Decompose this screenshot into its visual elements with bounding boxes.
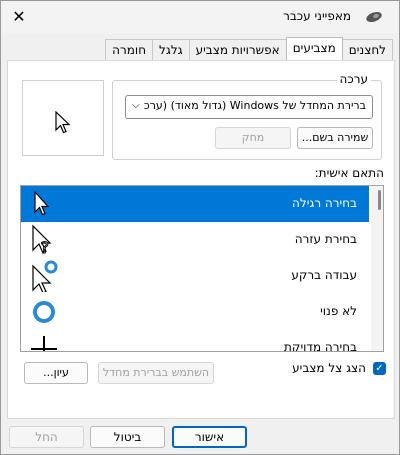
title-bar: מאפייני עכבר ✕: [1, 1, 399, 33]
help-cursor-icon: ?: [32, 224, 52, 256]
list-item-label: בחירת עזרה: [294, 232, 357, 246]
shadow-checkbox-row[interactable]: ✓ הצג צל מצביע: [266, 361, 386, 377]
arrow-cursor-icon: [55, 111, 71, 134]
arrow-cursor-icon: [34, 190, 50, 216]
shadow-checkbox-label: הצג צל מצביע: [292, 361, 366, 375]
tab-pointers[interactable]: מצביעים: [285, 37, 343, 60]
tab-buttons[interactable]: לחצנים: [341, 39, 393, 60]
list-item-label: לא פנוי: [320, 304, 357, 318]
tab-hardware[interactable]: חומרה: [105, 39, 154, 60]
customize-label: התאם אישית:: [314, 166, 384, 180]
ok-button[interactable]: אישור: [172, 426, 247, 448]
list-item-normal-select[interactable]: בחירה רגילה: [21, 186, 369, 222]
scheme-select-value: ברירת המחדל של Windows (גדול מאוד) (ערכ: [143, 99, 366, 112]
tab-wheel[interactable]: גלגל: [152, 39, 190, 60]
busy-cursor-icon: [33, 301, 55, 323]
list-item-label: בחירה רגילה: [292, 196, 357, 210]
cursor-list[interactable]: בחירה רגילה בחירת עזרה ? עבודה ברקע לא פ…: [20, 185, 384, 352]
cursor-preview: [22, 80, 104, 156]
crosshair-cursor-icon: [31, 336, 57, 351]
use-default-button[interactable]: השתמש בברירת מחדל: [98, 362, 214, 384]
list-item-working-background[interactable]: עבודה ברקע: [21, 258, 369, 294]
mouse-icon: [366, 11, 382, 23]
list-item-label: עבודה ברקע: [291, 268, 357, 282]
chevron-down-icon: ⌵: [132, 100, 140, 111]
cancel-button[interactable]: ביטול: [90, 426, 165, 448]
delete-button[interactable]: מחק: [215, 127, 291, 149]
tab-pointer-options[interactable]: אפשרויות מצביע: [188, 39, 287, 60]
list-item-help-select[interactable]: בחירת עזרה ?: [21, 222, 369, 258]
scheme-label: ערכה: [336, 72, 371, 86]
pointers-panel: ערכה ברירת המחדל של Windows (גדול מאוד) …: [7, 60, 395, 419]
apply-button[interactable]: החל: [9, 426, 84, 448]
mouse-properties-window: מאפייני עכבר ✕ לחצנים מצביעים אפשרויות מ…: [0, 0, 400, 455]
list-item-label: בחירה מדויקת: [284, 340, 357, 352]
window-title: מאפייני עכבר: [283, 9, 351, 23]
scrollbar-thumb[interactable]: [378, 190, 381, 210]
browse-button[interactable]: עיון...: [24, 362, 88, 384]
list-item-busy[interactable]: לא פנוי: [21, 294, 369, 330]
close-button[interactable]: ✕: [9, 7, 29, 27]
shadow-checkbox[interactable]: ✓: [373, 362, 386, 375]
list-scrollbar[interactable]: [371, 186, 383, 351]
scheme-group: ערכה ברירת המחדל של Windows (גדול מאוד) …: [112, 72, 382, 160]
tab-bar: לחצנים מצביעים אפשרויות מצביע גלגל חומרה: [105, 37, 393, 60]
save-as-button[interactable]: שמירה בשם...: [297, 127, 373, 149]
working-cursor-icon: [32, 260, 58, 292]
svg-text:?: ?: [41, 238, 50, 256]
scheme-select[interactable]: ברירת המחדל של Windows (גדול מאוד) (ערכ …: [125, 95, 373, 119]
list-item-precision-select[interactable]: בחירה מדויקת: [21, 330, 369, 352]
